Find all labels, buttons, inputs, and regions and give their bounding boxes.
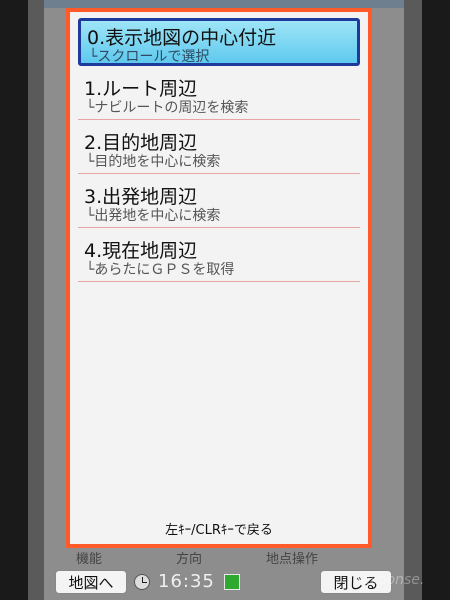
background-tab-direction: 方向 xyxy=(176,552,203,567)
menu-item-subtitle: └目的地を中心に検索 xyxy=(86,154,221,170)
battery-icon xyxy=(224,574,240,590)
to-map-button[interactable]: 地図へ xyxy=(55,570,127,594)
screen: 機能 方向 地点操作 0.表示地図の中心付近 └スクロールで選択 1.ルート周辺… xyxy=(44,0,404,600)
background-map-strip xyxy=(44,0,404,8)
menu-item-current-location[interactable]: 4.現在地周辺 └あらたにＧＰＳを取得 xyxy=(78,234,360,282)
search-area-menu: 0.表示地図の中心付近 └スクロールで選択 1.ルート周辺 └ナビルートの周辺を… xyxy=(66,8,372,548)
menu-item-subtitle: └スクロールで選択 xyxy=(89,49,210,65)
clock-icon xyxy=(134,574,150,590)
watermark: response. xyxy=(356,572,425,588)
menu-item-destination[interactable]: 2.目的地周辺 └目的地を中心に検索 xyxy=(78,126,360,174)
menu-item-subtitle: └出発地を中心に検索 xyxy=(86,208,221,224)
back-key-hint: 左ｷｰ/CLRｷｰで戻る xyxy=(165,523,273,538)
menu-item-departure[interactable]: 3.出発地周辺 └出発地を中心に検索 xyxy=(78,180,360,228)
menu-item-route[interactable]: 1.ルート周辺 └ナビルートの周辺を検索 xyxy=(78,72,360,120)
background-tab-function: 機能 xyxy=(76,552,103,567)
menu-item-subtitle: └あらたにＧＰＳを取得 xyxy=(86,262,235,278)
background-tab-point-ops: 地点操作 xyxy=(266,552,319,567)
clock-time: 16:35 xyxy=(158,571,215,592)
menu-item-map-center[interactable]: 0.表示地図の中心付近 └スクロールで選択 xyxy=(78,18,360,66)
menu-item-subtitle: └ナビルートの周辺を検索 xyxy=(86,100,249,116)
